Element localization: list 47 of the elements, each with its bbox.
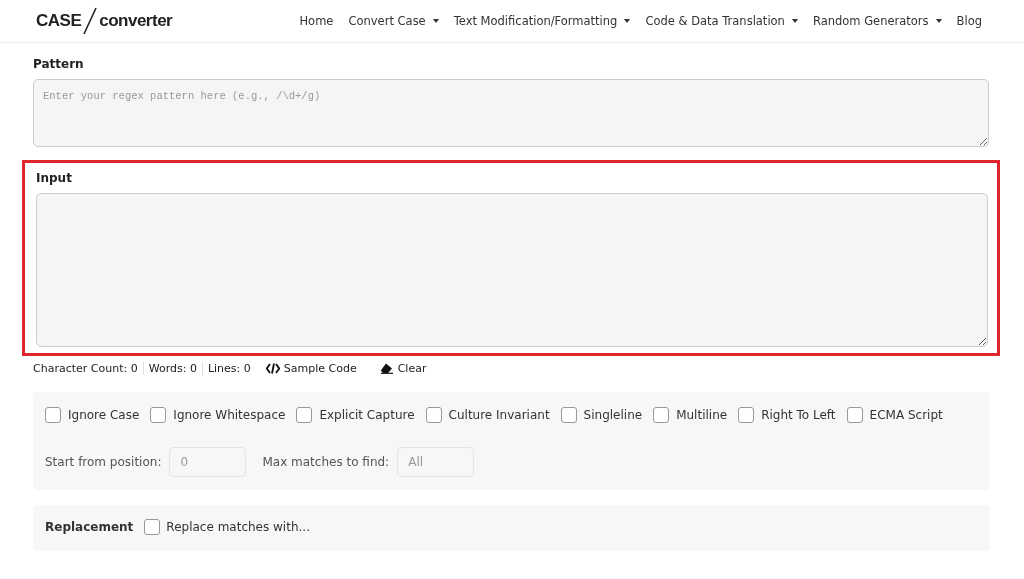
nav-link[interactable]: Convert Case [348, 14, 439, 28]
stat-text: Words: 0 [148, 362, 197, 375]
field-label: Pattern [33, 57, 85, 71]
option-label: Replace matches with... [166, 520, 310, 534]
caret-icon [432, 19, 439, 23]
eraser-icon [379, 363, 394, 374]
option-label: Culture Invariant [448, 408, 550, 422]
caret-icon [791, 19, 798, 23]
option-label: Explicit Capture [319, 408, 415, 422]
nav-link[interactable]: Text Modification/Formatting [453, 14, 631, 28]
pattern-field[interactable]: Enter your regex pattern here (e.g., /\d+/g) [33, 79, 989, 147]
logo-text[interactable]: CASE [36, 11, 82, 31]
field-label: Input [36, 171, 73, 185]
nav-link[interactable]: Random Generators [812, 14, 942, 28]
stat-text: Character Count: 0 [33, 362, 138, 375]
option-label: Ignore Whitespace [173, 408, 286, 422]
max-field[interactable]: All [397, 447, 475, 477]
input-field[interactable] [36, 193, 988, 347]
code-icon [265, 363, 280, 374]
checkbox[interactable] [150, 407, 167, 423]
caret-icon [624, 19, 631, 23]
nav-link[interactable]: Code & Data Translation [645, 14, 798, 28]
option-label: Singleline [583, 408, 643, 422]
caret-icon [935, 19, 942, 23]
action-link[interactable]: Sample Code [265, 362, 357, 375]
checkbox[interactable] [45, 407, 61, 423]
slash-icon [83, 7, 98, 35]
section-label: Replacement [45, 520, 134, 534]
field-label: Start from position: [45, 455, 162, 469]
field-label: Max matches to find: [262, 455, 390, 469]
option-label: ECMA Script [869, 408, 943, 422]
checkbox[interactable] [738, 407, 755, 423]
option-label: Right To Left [761, 408, 836, 422]
nav-link[interactable]: Home [299, 14, 334, 28]
action-link[interactable]: Clear [379, 362, 427, 375]
logo-text[interactable]: converter [99, 11, 173, 31]
checkbox[interactable] [144, 519, 161, 535]
checkbox[interactable] [560, 407, 577, 423]
checkbox[interactable] [653, 407, 670, 423]
nav-link[interactable]: Blog [956, 14, 982, 28]
stat-text: Lines: 0 [207, 362, 251, 375]
checkbox[interactable] [846, 407, 863, 423]
option-label: Ignore Case [68, 408, 140, 422]
option-label: Multiline [676, 408, 728, 422]
start-field[interactable]: 0 [169, 447, 247, 477]
checkbox[interactable] [296, 407, 313, 423]
checkbox[interactable] [425, 407, 442, 423]
